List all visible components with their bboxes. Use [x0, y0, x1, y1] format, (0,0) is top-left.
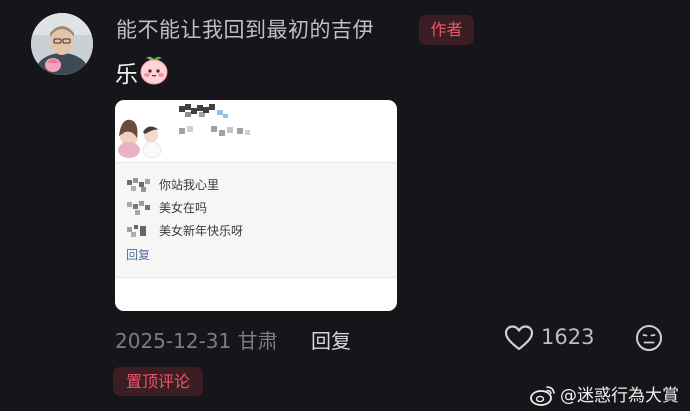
peach-blush-emoji-icon — [140, 56, 168, 85]
card-header — [115, 100, 397, 162]
card-reply-text: 美女新年快乐呀 — [159, 224, 244, 238]
heart-icon[interactable] — [505, 325, 533, 351]
reply-avatar-blurred-icon — [127, 225, 146, 237]
comment-text: 乐 — [115, 62, 138, 88]
reply-button[interactable]: 回复 — [311, 325, 351, 354]
card-reply-link: 回复 — [126, 248, 151, 262]
reply-avatar-blurred-icon — [127, 201, 150, 215]
card-header-image — [118, 104, 250, 159]
like-count: 1623 — [541, 325, 595, 349]
pinned-comment-badge: 置顶评论 — [113, 367, 203, 396]
author-badge: 作者 — [419, 15, 474, 45]
avatar-image — [31, 13, 93, 75]
embedded-screenshot-card[interactable]: 你站我心里 美女在吗 美女新年快乐呀 回复 — [115, 100, 397, 311]
author-name[interactable]: 能不能让我回到最初的吉伊 — [116, 14, 374, 44]
reply-avatar-blurred-icon — [127, 178, 150, 192]
watermark-text: @迷惑行為大賞 — [560, 386, 679, 406]
comment-date-location: 2025-12-31 甘肃 — [115, 329, 278, 353]
card-reply-text: 美女在吗 — [159, 201, 208, 215]
weibo-icon — [530, 386, 555, 406]
card-replies-section: 你站我心里 美女在吗 美女新年快乐呀 — [115, 162, 397, 278]
author-avatar[interactable] — [31, 13, 93, 75]
card-reply-text: 你站我心里 — [159, 178, 220, 192]
meh-face-icon[interactable] — [635, 324, 663, 352]
